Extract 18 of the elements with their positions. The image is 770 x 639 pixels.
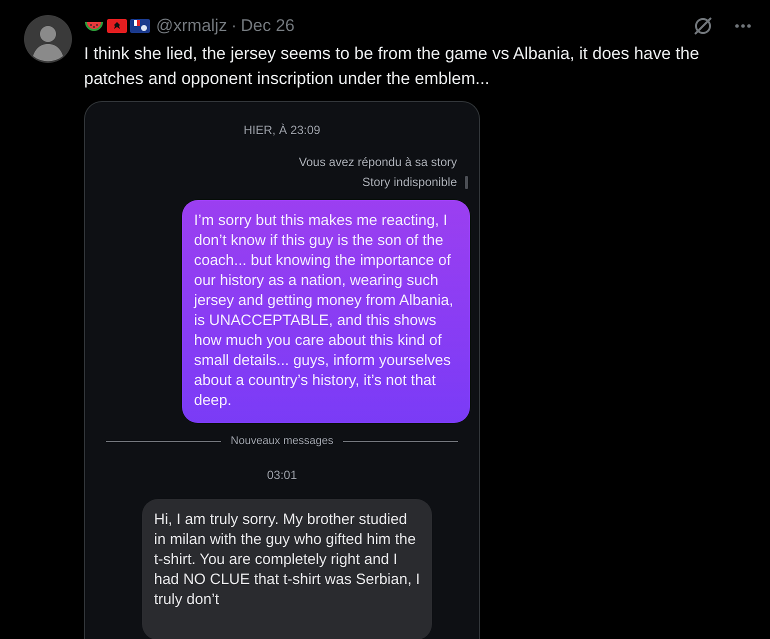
separator-dot: ·: [231, 16, 237, 36]
story-reply-note: Story indisponible: [362, 174, 457, 191]
avatar-icon[interactable]: [24, 15, 72, 63]
post-text: I think she lied, the jersey seems to be from the game vs Albania, it does have the patches and opponent inscription under the emblem...: [84, 43, 700, 90]
flag-icon: [130, 19, 150, 33]
watermelon-icon: [84, 19, 104, 33]
sent-message: I’m sorry but this makes me reacting, I don’t know if this guy is the son of the coach... but knowing the importance of our history as a nation, wearing such jersey and getting money from Albania, is UNACCEPTABLE, and this shows how much you care about this kind of small details... guys, inform yourselves about a country’s history, it’s not that deep.: [182, 200, 470, 423]
user-handle[interactable]: @xrmaljz: [156, 16, 228, 36]
post-date[interactable]: Dec 26: [240, 16, 295, 36]
new-messages-label: Nouveaux messages: [230, 435, 334, 447]
slashed-circle-icon[interactable]: [692, 15, 714, 37]
chat-timestamp: 03:01: [266, 467, 298, 483]
story-bar-icon: [465, 176, 468, 188]
received-message: Hi, I am truly sorry. My brother studied in milan with the guy who gifted him the t-shirt. You are completely right and I had NO CLUE that t-shirt was Serbian, I truly don’t: [142, 499, 432, 639]
more-icon[interactable]: [734, 23, 752, 29]
story-reply-note: Vous avez répondu à sa story: [298, 154, 457, 171]
chat-timestamp: HIER, À 23:09: [242, 122, 322, 138]
flag-icon: [107, 19, 127, 33]
